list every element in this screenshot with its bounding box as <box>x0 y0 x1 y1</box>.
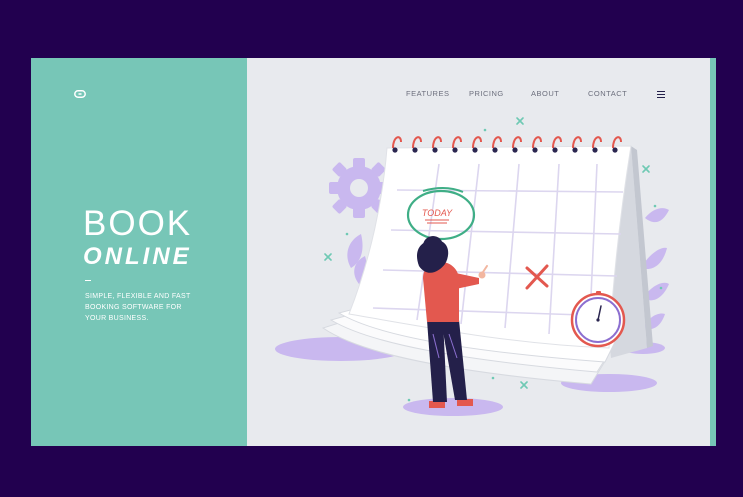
hamburger-menu-icon[interactable] <box>657 91 665 99</box>
nav-about[interactable]: ABOUT <box>531 89 559 98</box>
hamburger-line <box>657 93 665 96</box>
landing-page-frame: BOOK ONLINE SIMPLE, FLEXIBLE AND FAST BO… <box>31 58 716 446</box>
nav-contact[interactable]: CONTACT <box>588 89 627 98</box>
nav-features[interactable]: FEATURES <box>406 89 449 98</box>
hamburger-line <box>657 91 665 93</box>
nav-pricing[interactable]: PRICING <box>469 89 504 98</box>
hamburger-line <box>657 96 665 99</box>
booking-illustration: TODAY <box>275 117 669 416</box>
today-label: TODAY <box>422 208 453 218</box>
